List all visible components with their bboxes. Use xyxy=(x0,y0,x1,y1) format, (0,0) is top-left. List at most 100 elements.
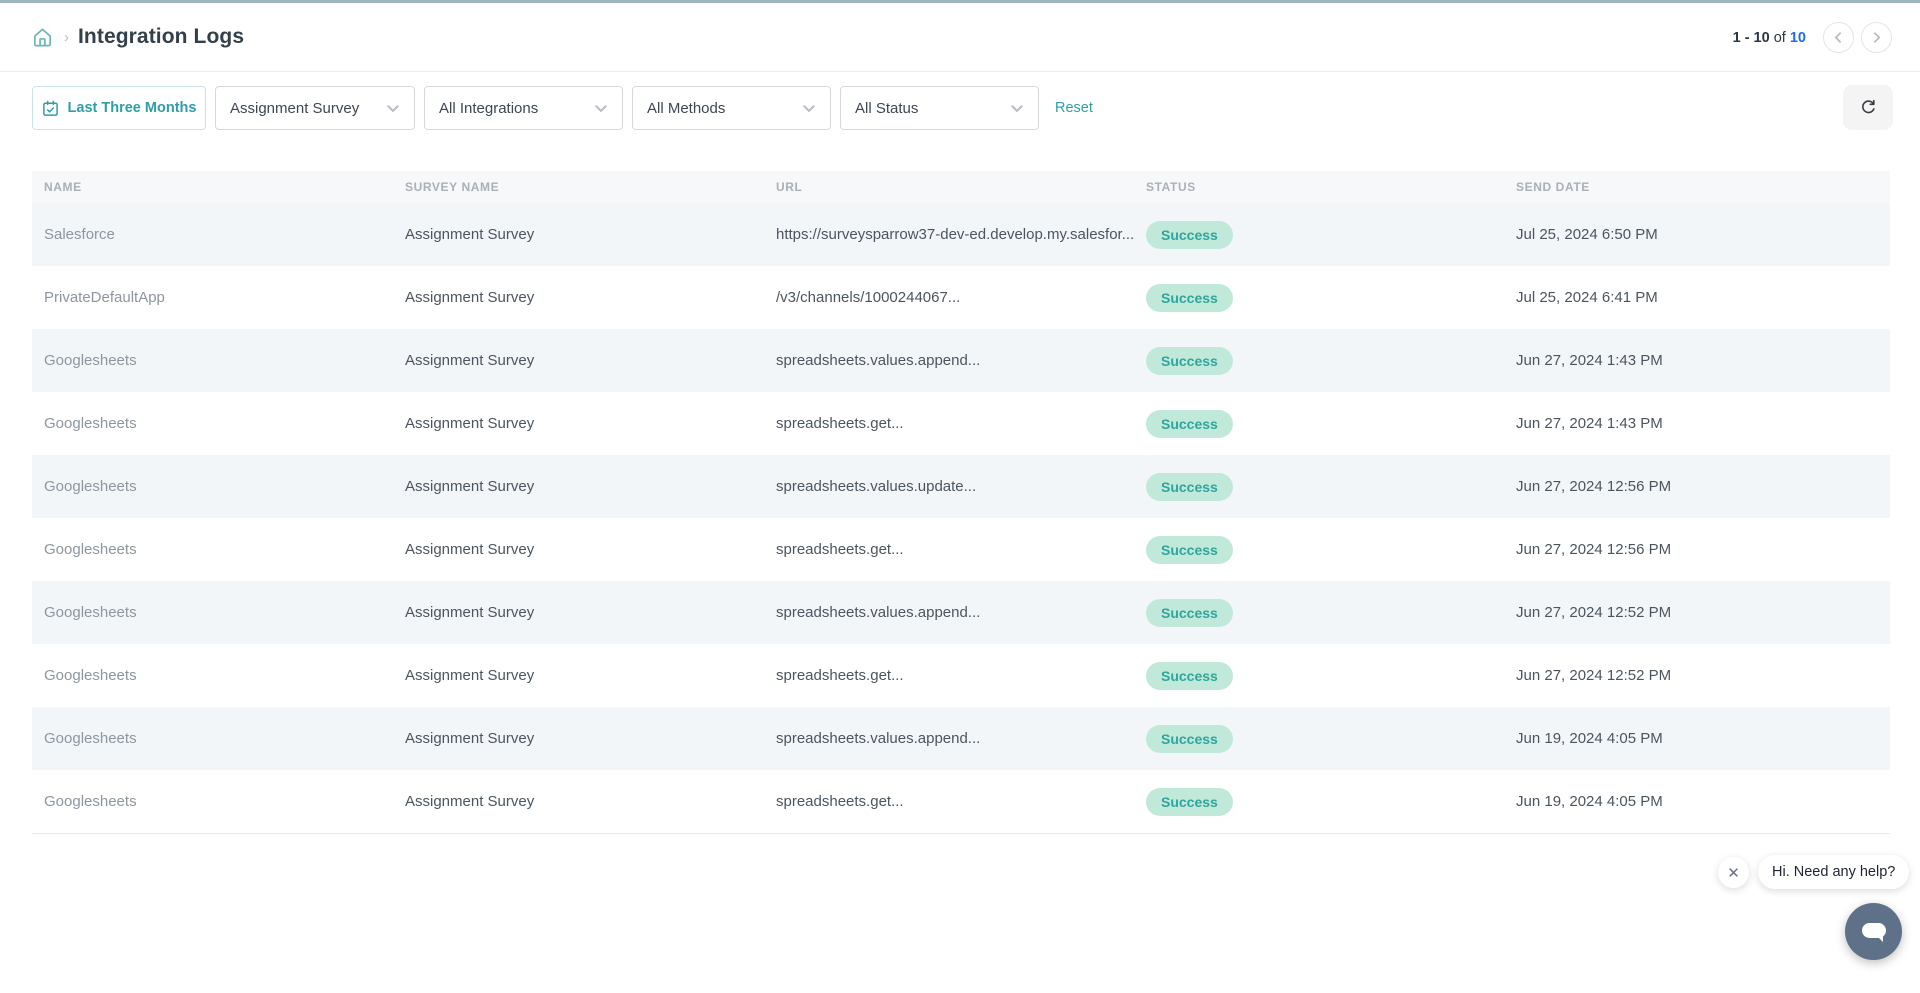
table-row[interactable]: Googlesheets Assignment Survey spreadshe… xyxy=(32,707,1890,770)
table-row[interactable]: Googlesheets Assignment Survey spreadshe… xyxy=(32,392,1890,455)
status-badge: Success xyxy=(1146,661,1233,690)
status-badge: Success xyxy=(1146,283,1233,312)
cell-name: Googlesheets xyxy=(44,415,137,432)
status-badge: Success xyxy=(1146,472,1233,501)
cell-name: Googlesheets xyxy=(44,352,137,369)
chevron-left-icon xyxy=(1834,32,1841,43)
cell-status: Success xyxy=(1146,724,1516,753)
cell-survey-name: Assignment Survey xyxy=(405,226,535,243)
cell-send-date: Jul 25, 2024 6:41 PM xyxy=(1516,289,1658,306)
next-page-button[interactable] xyxy=(1861,22,1892,53)
table-body: Salesforce Assignment Survey https://sur… xyxy=(32,203,1890,834)
page-title: Integration Logs xyxy=(78,25,245,48)
table-row[interactable]: Googlesheets Assignment Survey spreadshe… xyxy=(32,581,1890,644)
integration-filter-dropdown[interactable]: All Integrations xyxy=(424,86,623,130)
cell-status: Success xyxy=(1146,283,1516,312)
status-badge: Success xyxy=(1146,220,1233,249)
chevron-down-icon xyxy=(387,105,399,112)
cell-send-date: Jun 27, 2024 12:52 PM xyxy=(1516,667,1672,684)
filter-toolbar: Last Three Months Assignment Survey All … xyxy=(32,86,1093,130)
cell-survey-name: Assignment Survey xyxy=(405,667,535,684)
cell-status: Success xyxy=(1146,598,1516,627)
chat-tooltip-close-button[interactable]: ✕ xyxy=(1718,857,1749,888)
cell-survey-name: Assignment Survey xyxy=(405,415,535,432)
cell-url: /v3/channels/1000244067... xyxy=(776,289,961,306)
cell-survey-name: Assignment Survey xyxy=(405,604,535,621)
pagination: 1 - 10 of 10 xyxy=(1733,3,1892,72)
column-header-url: URL xyxy=(776,180,803,194)
status-filter-dropdown[interactable]: All Status xyxy=(840,86,1039,130)
cell-url: spreadsheets.values.append... xyxy=(776,730,981,747)
cell-status: Success xyxy=(1146,220,1516,249)
refresh-button[interactable] xyxy=(1843,85,1893,130)
table-row[interactable]: PrivateDefaultApp Assignment Survey /v3/… xyxy=(32,266,1890,329)
integration-filter-value: All Integrations xyxy=(439,99,539,117)
table-row[interactable]: Googlesheets Assignment Survey spreadshe… xyxy=(32,455,1890,518)
chat-launcher-button[interactable] xyxy=(1845,903,1902,960)
cell-url: spreadsheets.values.append... xyxy=(776,352,981,369)
calendar-check-icon xyxy=(42,100,58,116)
cell-name: PrivateDefaultApp xyxy=(44,289,165,306)
status-badge: Success xyxy=(1146,724,1233,753)
cell-url: spreadsheets.values.append... xyxy=(776,604,981,621)
pagination-range: 1 - 10 xyxy=(1732,29,1770,46)
table-row[interactable]: Googlesheets Assignment Survey spreadshe… xyxy=(32,329,1890,392)
chevron-right-icon xyxy=(1874,32,1881,43)
method-filter-value: All Methods xyxy=(647,99,726,117)
cell-url: spreadsheets.get... xyxy=(776,415,904,432)
status-badge: Success xyxy=(1146,346,1233,375)
status-badge: Success xyxy=(1146,409,1233,438)
cell-url: spreadsheets.get... xyxy=(776,667,904,684)
column-header-survey-name: SURVEY NAME xyxy=(405,180,500,194)
prev-page-button[interactable] xyxy=(1823,22,1854,53)
chevron-down-icon xyxy=(595,105,607,112)
cell-status: Success xyxy=(1146,346,1516,375)
cell-url: spreadsheets.get... xyxy=(776,541,904,558)
cell-send-date: Jun 27, 2024 12:56 PM xyxy=(1516,541,1672,558)
pagination-of: of xyxy=(1773,29,1786,46)
cell-name: Salesforce xyxy=(44,226,115,243)
survey-filter-value: Assignment Survey xyxy=(230,99,360,117)
table-row[interactable]: Googlesheets Assignment Survey spreadshe… xyxy=(32,770,1890,833)
column-header-status: STATUS xyxy=(1146,180,1196,194)
home-icon xyxy=(33,27,51,47)
cell-url: spreadsheets.values.update... xyxy=(776,478,977,495)
reset-filters-link[interactable]: Reset xyxy=(1055,86,1093,130)
cell-name: Googlesheets xyxy=(44,730,137,747)
cell-send-date: Jun 27, 2024 12:56 PM xyxy=(1516,478,1672,495)
table-row[interactable]: Salesforce Assignment Survey https://sur… xyxy=(32,203,1890,266)
chevron-down-icon xyxy=(1011,105,1023,112)
chevron-down-icon xyxy=(803,105,815,112)
column-header-send-date: SEND DATE xyxy=(1516,180,1590,194)
status-filter-value: All Status xyxy=(855,99,919,117)
cell-name: Googlesheets xyxy=(44,478,137,495)
table-row[interactable]: Googlesheets Assignment Survey spreadshe… xyxy=(32,644,1890,707)
cell-status: Success xyxy=(1146,661,1516,690)
cell-name: Googlesheets xyxy=(44,604,137,621)
cell-status: Success xyxy=(1146,409,1516,438)
cell-send-date: Jul 25, 2024 6:50 PM xyxy=(1516,226,1658,243)
cell-name: Googlesheets xyxy=(44,667,137,684)
breadcrumb-separator-icon: › xyxy=(64,28,69,46)
cell-survey-name: Assignment Survey xyxy=(405,289,535,306)
breadcrumb-home[interactable] xyxy=(30,25,54,49)
cell-name: Googlesheets xyxy=(44,541,137,558)
column-header-name: NAME xyxy=(44,180,82,194)
cell-send-date: Jun 27, 2024 12:52 PM xyxy=(1516,604,1672,621)
status-badge: Success xyxy=(1146,598,1233,627)
cell-status: Success xyxy=(1146,472,1516,501)
table-row[interactable]: Googlesheets Assignment Survey spreadshe… xyxy=(32,518,1890,581)
cell-survey-name: Assignment Survey xyxy=(405,793,535,810)
date-range-filter-button[interactable]: Last Three Months xyxy=(32,86,206,130)
cell-url: spreadsheets.get... xyxy=(776,793,904,810)
method-filter-dropdown[interactable]: All Methods xyxy=(632,86,831,130)
table-header-row: NAME SURVEY NAME URL STATUS SEND DATE xyxy=(32,171,1890,203)
survey-filter-dropdown[interactable]: Assignment Survey xyxy=(215,86,415,130)
integration-logs-table: NAME SURVEY NAME URL STATUS SEND DATE Sa… xyxy=(32,171,1890,834)
cell-survey-name: Assignment Survey xyxy=(405,352,535,369)
cell-survey-name: Assignment Survey xyxy=(405,541,535,558)
chat-tooltip[interactable]: Hi. Need any help? xyxy=(1758,855,1910,889)
status-badge: Success xyxy=(1146,787,1233,816)
pagination-total[interactable]: 10 xyxy=(1790,30,1806,46)
cell-send-date: Jun 27, 2024 1:43 PM xyxy=(1516,415,1663,432)
